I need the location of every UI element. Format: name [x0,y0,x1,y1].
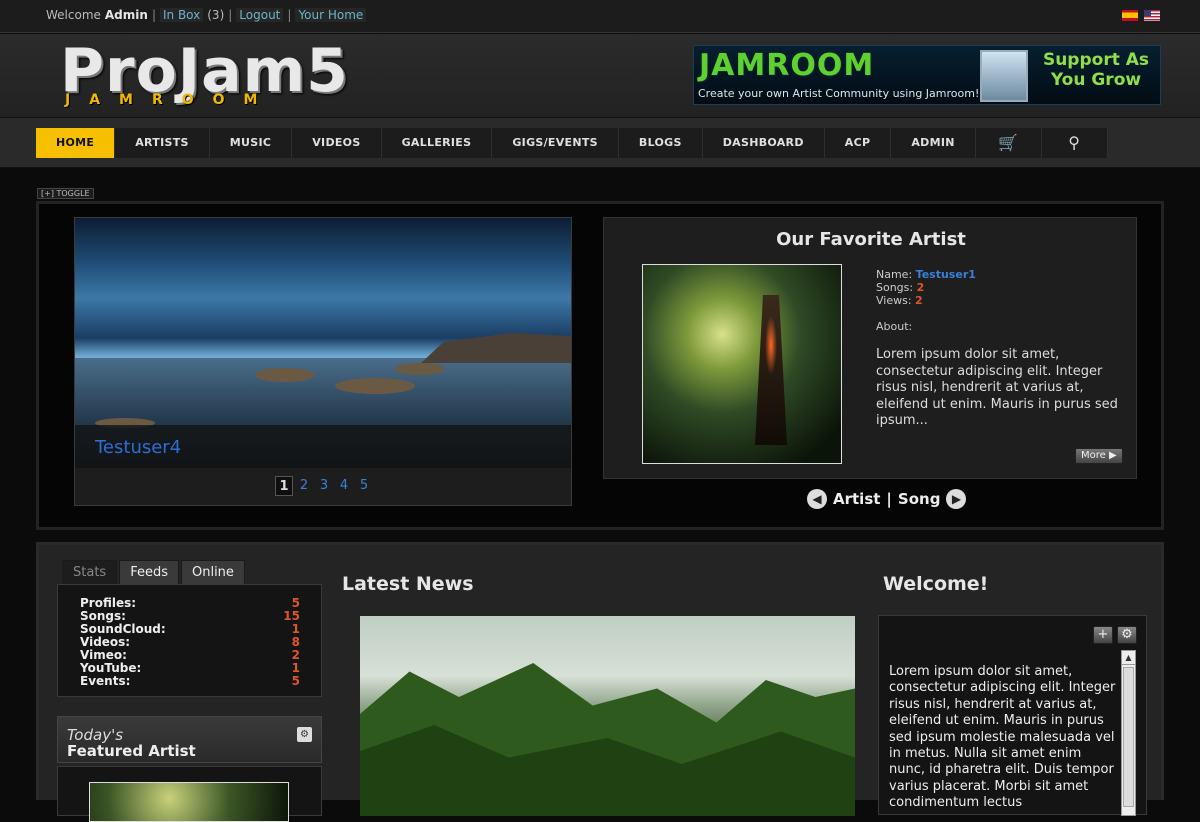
logo-subtitle: JAMROOM [65,92,277,108]
songs-count: 2 [916,281,925,294]
slide-caption[interactable]: Testuser4 [75,425,571,468]
user-links: Welcome Admin | In Box (3) | Logout | Yo… [46,8,367,22]
nav-artists[interactable]: ARTISTS [115,128,210,158]
views-label: Views: [876,294,912,307]
nav-dashboard[interactable]: DASHBOARD [702,128,825,158]
next-arrow-icon[interactable]: ▶ [946,489,967,509]
news-image[interactable] [360,616,855,816]
scroll-up-arrow-icon[interactable]: ▲ [1122,651,1135,665]
computer-icon [980,50,1028,102]
previous-arrow-icon[interactable]: ◀ [807,489,827,509]
stat-row: Events: 5 [80,674,300,688]
nav-admin[interactable]: ADMIN [891,128,976,158]
site-header: ProJam5 JAMROOM JAMROOM Create your own … [0,34,1200,118]
favorite-artist-image[interactable] [642,264,842,464]
pager-page-5[interactable]: 5 [355,476,373,496]
views-count: 2 [915,294,923,307]
pager-page-3[interactable]: 3 [315,476,333,496]
switch-song[interactable]: Song [898,490,941,508]
sidebar-tabs: Stats Feeds Online [62,560,245,584]
inbox-link[interactable]: In Box [159,8,204,22]
cart-icon[interactable]: 🛒 [975,128,1042,158]
settings-cog-icon[interactable]: ⚙ [297,727,312,742]
tab-online[interactable]: Online [180,560,245,584]
tab-feeds[interactable]: Feeds [119,560,179,584]
favorite-artist-info: Name: Testuser1 Songs: 2 Views: 2 About:… [876,268,1126,430]
search-icon[interactable]: ⚲ [1041,128,1108,158]
us-flag-icon[interactable] [1144,10,1160,21]
slide-caption-text[interactable]: Testuser4 [95,437,181,458]
about-text: Lorem ipsum dolor sit amet, consectetur … [876,347,1118,428]
stats-box: Profiles: 5 Songs: 15 SoundCloud: 1 Videos:… [57,584,322,697]
artist-song-switch: ◀ Artist | Song ▶ [807,489,967,509]
switch-separator: | [886,490,892,508]
top-bar: Welcome Admin | In Box (3) | Logout | Yo… [0,0,1200,33]
welcome-text: Lorem ipsum dolor sit amet, consectetur … [889,664,1116,811]
nav-blogs[interactable]: BLOGS [618,128,703,158]
favorite-title: Our Favorite Artist [776,229,966,250]
today-line2: Featured Artist [67,742,196,760]
welcome-box: + ⚙ Lorem ipsum dolor sit amet, consecte… [878,615,1147,816]
welcome-text: Welcome [46,8,101,22]
inbox-count: (3) [207,8,225,22]
more-label: More [1081,450,1106,461]
site-logo[interactable]: ProJam5 JAMROOM [60,38,390,114]
more-button[interactable]: More ▶ [1075,448,1123,464]
your-home-link[interactable]: Your Home [295,8,367,22]
logout-link[interactable]: Logout [236,8,284,22]
favorite-artist-panel: Our Favorite Artist Name: Testuser1 Song… [603,217,1137,479]
main-nav: HOME ARTISTS MUSIC VIDEOS GALLERIES GIGS… [0,118,1200,168]
slider-pager: 1 2 3 4 5 [275,476,373,496]
nav-galleries[interactable]: GALLERIES [381,128,493,158]
banner-tagline: Create your own Artist Community using J… [698,87,980,100]
todays-featured-artist-header: Today's Featured Artist ⚙ [57,716,322,763]
lower-content: Stats Feeds Online Profiles: 5 Songs: 15 S… [36,542,1164,822]
tab-stats[interactable]: Stats [62,560,118,584]
nav-home[interactable]: HOME [36,128,116,158]
todays-featured-artist-box [57,766,322,822]
nav-music[interactable]: MUSIC [209,128,293,158]
settings-gear-icon[interactable]: ⚙ [1117,626,1137,644]
username: Admin [104,8,148,22]
songs-label: Songs: [876,281,914,294]
nav-acp[interactable]: ACP [824,128,892,158]
spanish-flag-icon[interactable] [1122,10,1138,21]
image-slider: Testuser4 1 2 3 4 5 [74,217,572,506]
pager-page-2[interactable]: 2 [295,476,313,496]
switch-artist[interactable]: Artist [833,490,880,508]
featured-artist-image[interactable] [89,782,289,822]
nav-videos[interactable]: VIDEOS [292,128,382,158]
latest-news-title: Latest News [342,573,474,595]
separator: | [287,8,292,22]
welcome-scrollbar[interactable]: ▲ [1121,650,1136,816]
scroll-thumb[interactable] [1123,667,1134,807]
separator: | [151,8,156,22]
banner-brand: JAMROOM [699,48,875,83]
jamroom-ad-banner[interactable]: JAMROOM Create your own Artist Community… [693,45,1161,105]
banner-support: Support As You Grow [1042,50,1150,90]
pager-page-4[interactable]: 4 [335,476,353,496]
separator: | [228,8,233,22]
toggle-button[interactable]: [+] TOGGLE [37,188,94,199]
showcase-panel: Testuser4 1 2 3 4 5 Our Favorite Artist … [36,201,1164,530]
add-plus-icon[interactable]: + [1093,626,1113,644]
pager-page-1[interactable]: 1 [275,476,293,496]
about-label: About: [876,320,913,333]
welcome-title: Welcome! [883,573,989,595]
name-label: Name: [876,268,913,281]
artist-name-link[interactable]: Testuser1 [916,268,976,281]
nav-gigs-events[interactable]: GIGS/EVENTS [492,128,619,158]
